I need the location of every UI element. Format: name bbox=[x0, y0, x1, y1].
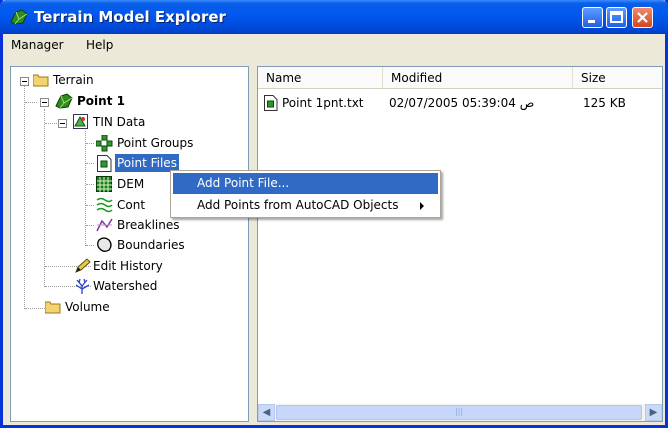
minimize-icon bbox=[588, 20, 595, 23]
surface-icon bbox=[55, 93, 73, 109]
collapse-toggle[interactable] bbox=[40, 98, 49, 107]
file-list-pane[interactable]: Name Modified Size Point 1pnt.txt 02/07/… bbox=[257, 66, 663, 422]
watershed-icon bbox=[75, 278, 90, 294]
tree-item-label: Edit History bbox=[93, 259, 163, 273]
menu-item-add-point-file[interactable]: Add Point File... bbox=[173, 173, 438, 194]
tree-line bbox=[86, 163, 94, 164]
horizontal-scrollbar[interactable]: ◀ ||| ▶ bbox=[258, 404, 662, 421]
list-header: Name Modified Size bbox=[258, 67, 662, 89]
point-file-icon bbox=[97, 155, 112, 172]
close-icon bbox=[637, 12, 648, 23]
dem-icon bbox=[96, 176, 112, 192]
tree-line bbox=[44, 109, 45, 287]
tree-pane[interactable]: Terrain Point 1 TIN Data Point Groups Po… bbox=[10, 66, 249, 422]
breaklines-icon bbox=[96, 218, 113, 232]
tree-line bbox=[86, 245, 94, 246]
tree-item-label: Terrain bbox=[53, 73, 94, 87]
menu-help[interactable]: Help bbox=[86, 38, 113, 52]
tree-item-label: Point Groups bbox=[117, 136, 194, 150]
title-bar[interactable]: Terrain Model Explorer bbox=[0, 0, 668, 34]
edit-history-icon bbox=[75, 258, 91, 273]
tree-item-label: Cont bbox=[117, 198, 146, 212]
contours-icon bbox=[96, 197, 113, 213]
close-button[interactable] bbox=[632, 7, 653, 28]
maximize-button[interactable] bbox=[606, 7, 627, 28]
menu-item-add-points-from-autocad-objects[interactable]: Add Points from AutoCAD Objects bbox=[173, 195, 438, 216]
chevron-right-icon: ▶ bbox=[649, 407, 658, 418]
tree-line bbox=[25, 102, 37, 103]
boundaries-icon bbox=[97, 237, 112, 252]
text-file-icon bbox=[264, 95, 278, 111]
file-name: Point 1pnt.txt bbox=[282, 96, 364, 110]
column-header-name[interactable]: Name bbox=[258, 67, 383, 88]
tree-item-label: DEM bbox=[117, 177, 145, 191]
submenu-arrow-icon bbox=[420, 202, 424, 210]
menu-manager[interactable]: Manager bbox=[11, 38, 64, 52]
column-header-size[interactable]: Size bbox=[573, 67, 662, 88]
point-groups-icon bbox=[96, 135, 113, 152]
menu-item-label: Add Points from AutoCAD Objects bbox=[197, 198, 399, 212]
collapse-toggle[interactable] bbox=[58, 119, 67, 128]
tree-item-label: Boundaries bbox=[117, 238, 185, 252]
tin-data-icon bbox=[73, 114, 88, 129]
tree-item-label: Breaklines bbox=[117, 218, 180, 232]
tree-line bbox=[25, 308, 45, 309]
column-header-modified[interactable]: Modified bbox=[383, 67, 573, 88]
folder-icon bbox=[33, 74, 49, 87]
terrain-model-explorer-window: Terrain Model Explorer Manager Help Terr… bbox=[0, 0, 668, 428]
folder-icon bbox=[45, 301, 61, 314]
file-modified: 02/07/2005 05:39:04 ص bbox=[389, 96, 535, 110]
context-menu: Add Point File... Add Points from AutoCA… bbox=[170, 170, 441, 218]
tree-line bbox=[24, 81, 25, 309]
tree-line bbox=[86, 205, 94, 206]
tree-line bbox=[86, 225, 94, 226]
menu-bar: Manager Help bbox=[3, 34, 665, 56]
tree-item-label: Watershed bbox=[93, 279, 158, 293]
tree-line bbox=[86, 184, 94, 185]
menu-item-label: Add Point File... bbox=[197, 176, 290, 190]
collapse-toggle[interactable] bbox=[20, 77, 29, 86]
minimize-button[interactable] bbox=[582, 7, 603, 28]
chevron-left-icon: ◀ bbox=[262, 407, 271, 418]
scroll-right-button[interactable]: ▶ bbox=[645, 404, 662, 421]
file-size: 125 KB bbox=[583, 96, 626, 110]
tree-item-label: Volume bbox=[65, 300, 110, 314]
tree-item-label: Point 1 bbox=[77, 94, 125, 108]
tree-item-label: TIN Data bbox=[93, 115, 146, 129]
tree-line bbox=[45, 123, 57, 124]
tree-line bbox=[85, 131, 86, 246]
tree-line bbox=[86, 143, 94, 144]
maximize-icon bbox=[610, 11, 623, 23]
scroll-thumb[interactable]: ||| bbox=[276, 405, 642, 420]
terrain-app-icon bbox=[10, 9, 28, 25]
list-row[interactable]: Point 1pnt.txt 02/07/2005 05:39:04 ص 125… bbox=[258, 94, 662, 114]
scroll-left-button[interactable]: ◀ bbox=[258, 404, 275, 421]
window-title: Terrain Model Explorer bbox=[34, 8, 226, 26]
